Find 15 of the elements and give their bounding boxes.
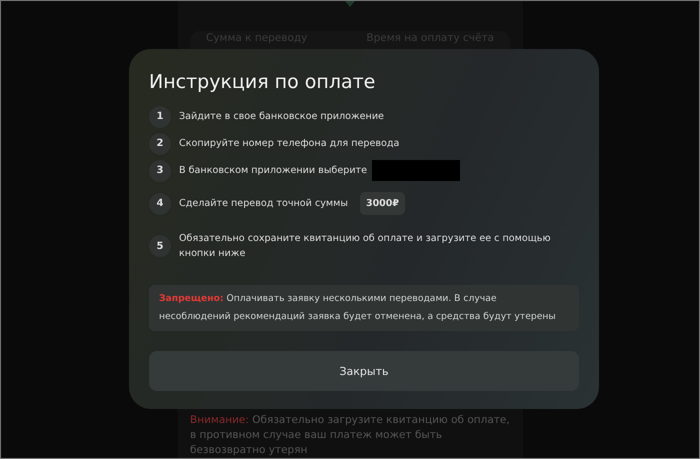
warning-text: Запрещено: Оплачивать заявку несколькими переводами. В случае несоблюдений рекомендаций заявка будет отменена, а средства будут утерены	[149, 285, 579, 331]
dialog-title: Инструкция по оплате	[149, 71, 376, 93]
step-text: Сделайте перевод точной суммы	[179, 197, 348, 211]
close-button[interactable]: Закрыть	[149, 351, 579, 391]
step-number: 4	[149, 192, 171, 214]
step-text: Скопируйте номер телефона для перевода	[179, 137, 400, 151]
step-number: 3	[149, 160, 171, 182]
payment-notice: Внимание: Обязательно загрузите квитанцию об оплате, в противном случае ваш платеж может быть безвозвратно утерян	[190, 413, 510, 458]
step-number: 5	[149, 235, 171, 257]
step-text: Зайдите в свое банковское приложение	[179, 110, 384, 124]
step-number: 2	[149, 132, 171, 154]
amount-badge: 3000₽	[360, 192, 406, 215]
step-text: Обязательно сохраните квитанцию об оплате и загрузите ее с помощью кнопки ниже	[179, 232, 552, 261]
step-number: 1	[149, 106, 171, 128]
step-text: В банковском приложении выберите	[179, 164, 368, 178]
